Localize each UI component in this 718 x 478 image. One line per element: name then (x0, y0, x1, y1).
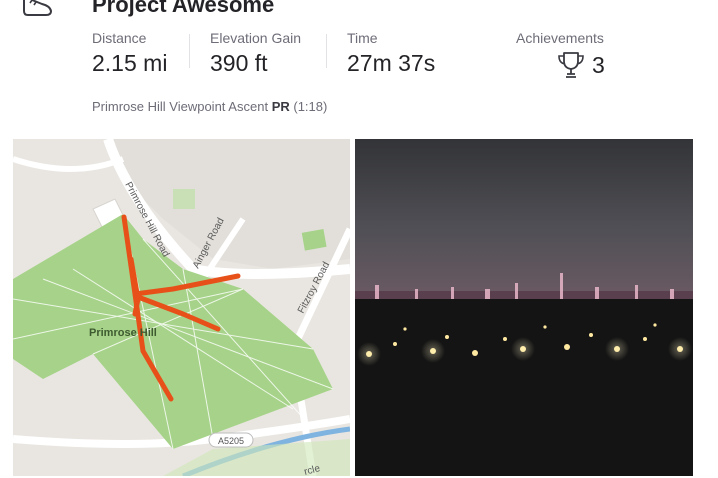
park-label: Primrose Hill (89, 327, 157, 339)
activity-photo[interactable] (355, 139, 693, 476)
trophy-icon (558, 52, 584, 78)
activity-title: Project Awesome (92, 0, 275, 17)
segment-name: Primrose Hill Viewpoint Ascent (92, 99, 269, 114)
photo-image (355, 139, 693, 476)
pr-badge: PR (271, 99, 290, 114)
stat-value: 390 ft (210, 50, 268, 76)
stat-value: 27m 37s (347, 50, 436, 76)
shoe-icon (23, 0, 52, 16)
achievements-value: 3 (516, 50, 605, 80)
achievements-count: 3 (592, 51, 605, 78)
route-map[interactable]: Primrose Hill Road Ainger Road Fitzroy R… (13, 139, 350, 476)
segment-effort[interactable]: Primrose Hill Viewpoint Ascent PR (1:18) (92, 99, 327, 114)
stat-label: Distance (92, 30, 147, 46)
stat-divider (326, 34, 327, 68)
segment-time: (1:18) (293, 99, 328, 114)
stat-time: Time 27m 37s (347, 30, 435, 77)
stat-elevation: Elevation Gain 390 ft (210, 30, 301, 77)
stat-distance: Distance 2.15 mi (92, 30, 167, 77)
road-shield: A5205 (218, 436, 244, 446)
stat-label: Achievements (516, 30, 604, 46)
stat-label: Elevation Gain (210, 30, 302, 46)
stat-label: Time (347, 30, 378, 46)
stat-achievements[interactable]: Achievements 3 (516, 30, 605, 80)
stat-divider (189, 34, 190, 68)
stat-value: 2.15 mi (92, 50, 168, 76)
map-canvas: Primrose Hill Road Ainger Road Fitzroy R… (13, 139, 350, 476)
